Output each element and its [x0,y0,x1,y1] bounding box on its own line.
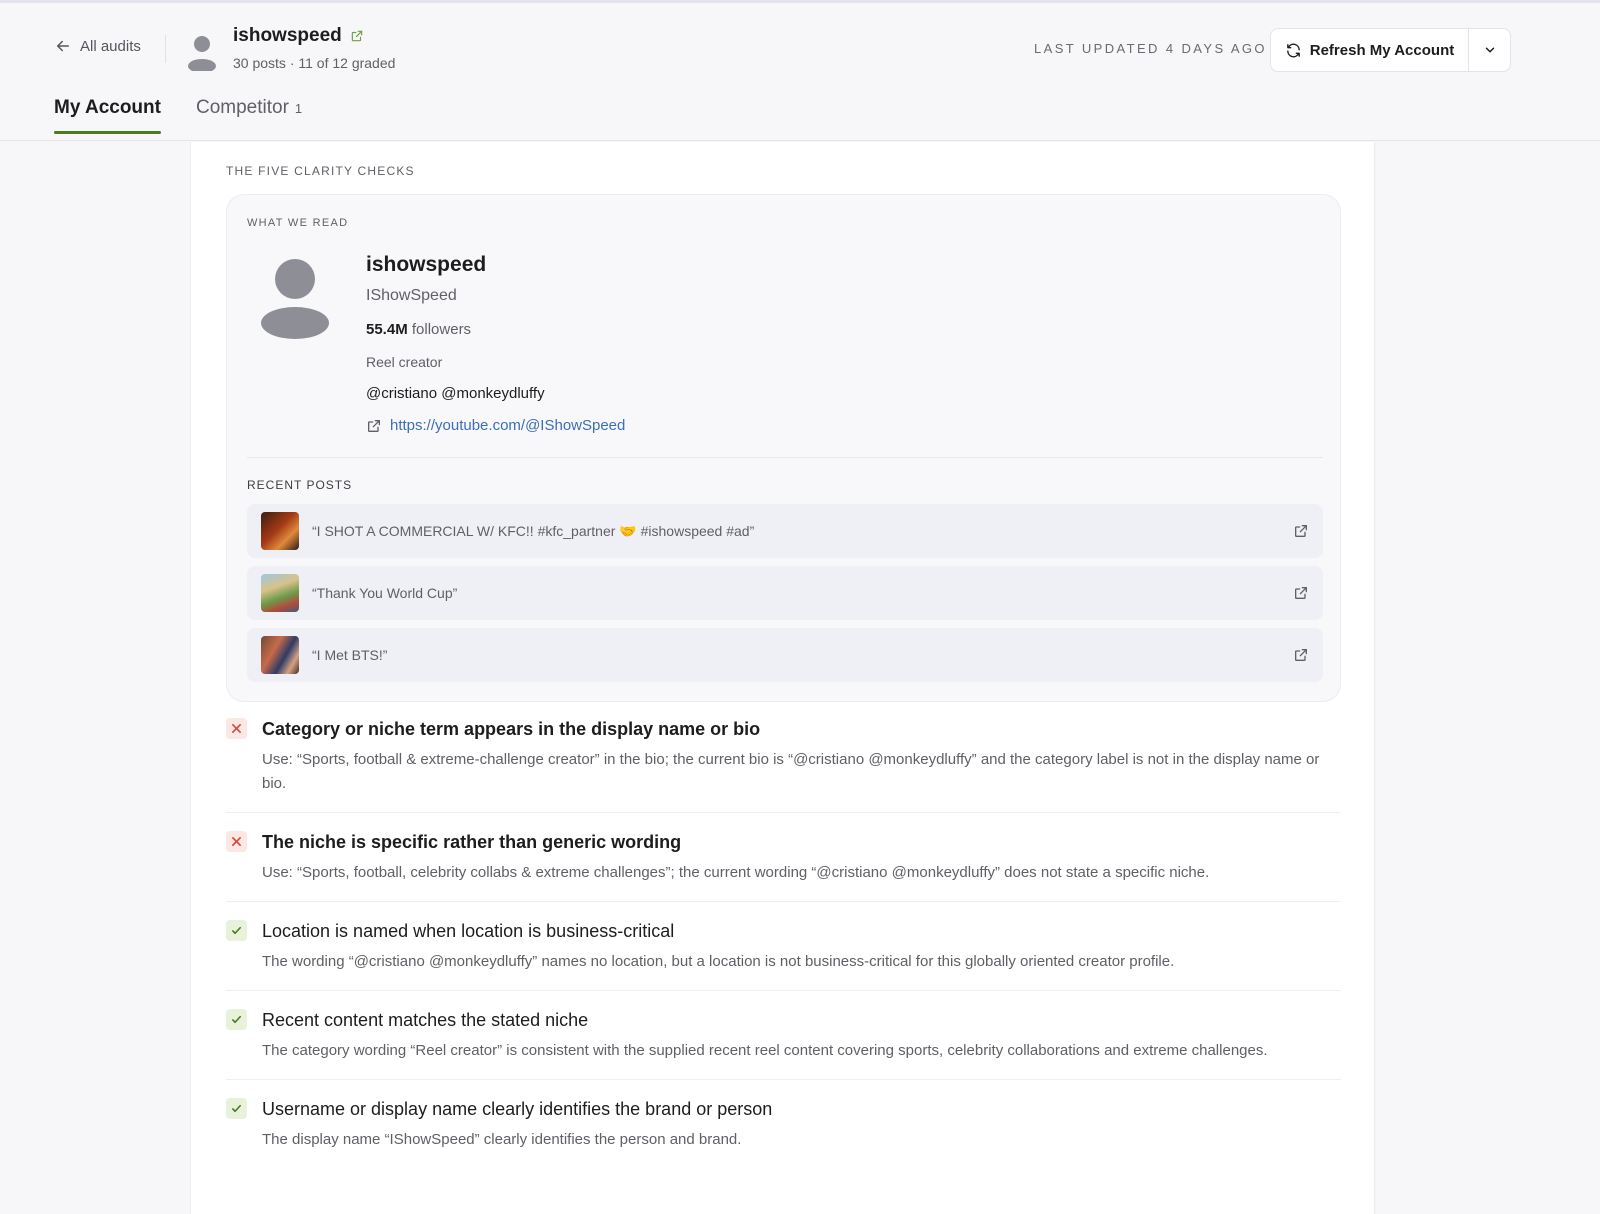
clarity-checks-list: Category or niche term appears in the di… [226,716,1341,1184]
refresh-options-dropdown[interactable] [1469,29,1510,71]
check-description: The wording “@cristiano @monkeydluffy” n… [262,953,1175,970]
list-item[interactable]: “Thank You World Cup” [247,566,1323,620]
clarity-check-item: Location is named when location is busin… [226,918,1341,991]
account-avatar-icon [188,36,216,71]
account-name-text: ishowspeed [233,25,342,46]
tab-my-account-label: My Account [54,97,161,118]
profile-link[interactable]: https://youtube.com/@IShowSpeed [366,417,625,434]
section-title: THE FIVE CLARITY CHECKS [226,164,415,178]
fail-status-badge [226,831,247,852]
pass-status-badge [226,1098,247,1119]
pass-status-badge [226,920,247,941]
main-panel: THE FIVE CLARITY CHECKS WHAT WE READ ish… [190,142,1375,1214]
profile-display-name: IShowSpeed [366,287,457,304]
list-item[interactable]: “I Met BTS!” [247,628,1323,682]
tab-my-account[interactable]: My Account [54,97,161,134]
card-divider [247,457,1323,458]
checkmark-icon [232,926,241,935]
post-thumbnail [261,636,299,674]
tab-competitor-label: Competitor [195,97,289,118]
recent-posts-title: RECENT POSTS [247,478,353,492]
check-description: Use: “Sports, football, celebrity collab… [262,864,1210,881]
followers-count: 55.4M [366,321,408,338]
clarity-check-item: Recent content matches the stated niche … [226,1007,1341,1080]
profile-avatar-icon [261,259,329,339]
clarity-check-item: The niche is specific rather than generi… [226,829,1341,902]
arrow-left-icon [57,40,69,52]
last-updated-text: LAST UPDATED 4 DAYS AGO [1034,41,1267,56]
refresh-account-button[interactable]: Refresh My Account [1271,29,1469,71]
refresh-icon [1286,43,1300,57]
post-title: “I SHOT A COMMERCIAL W/ KFC!! #kfc_partn… [312,522,755,539]
refresh-button-group: Refresh My Account [1270,28,1511,72]
check-title: Category or niche term appears in the di… [262,719,761,739]
post-title: “I Met BTS!” [312,647,388,663]
list-item[interactable]: “I SHOT A COMMERCIAL W/ KFC!! #kfc_partn… [247,504,1323,558]
competitor-count-badge: 1 [294,101,303,116]
back-label: All audits [80,37,141,55]
external-link-icon[interactable] [350,29,364,43]
account-meta: 30 posts · 11 of 12 graded [233,55,396,71]
close-icon [232,837,241,846]
check-title: Location is named when location is busin… [262,921,675,941]
post-thumbnail [261,512,299,550]
check-description: The category wording “Reel creator” is c… [262,1042,1268,1059]
fail-status-badge [226,718,247,739]
back-to-audits-link[interactable]: All audits [54,37,141,55]
account-tabs: My Account Competitor 1 [54,97,302,134]
check-title: Username or display name clearly identif… [262,1099,773,1119]
external-link-icon[interactable] [1293,647,1309,663]
clarity-check-item: Category or niche term appears in the di… [226,716,1341,813]
external-link-icon[interactable] [1293,585,1309,601]
external-link-icon[interactable] [1293,523,1309,539]
checkmark-icon [232,1015,241,1024]
chevron-down-icon [1485,47,1494,53]
profile-followers: 55.4M followers [366,321,471,338]
post-title: “Thank You World Cup” [312,585,458,601]
header-divider [165,35,166,63]
check-title: Recent content matches the stated niche [262,1010,589,1030]
post-thumbnail [261,574,299,612]
followers-label: followers [411,321,472,338]
account-name: ishowspeed [233,25,364,47]
close-icon [232,724,241,733]
tab-competitor[interactable]: Competitor 1 [196,97,302,133]
card-title: WHAT WE READ [247,217,349,229]
clarity-check-item: Username or display name clearly identif… [226,1096,1341,1168]
profile-bio: @cristiano @monkeydluffy [366,385,545,402]
refresh-label: Refresh My Account [1309,41,1455,59]
pass-status-badge [226,1009,247,1030]
external-link-icon [368,419,380,432]
profile-link-url: https://youtube.com/@IShowSpeed [390,417,626,434]
what-we-read-card: WHAT WE READ ishowspeed IShowSpeed 55.4M… [226,194,1341,702]
check-description: Use: “Sports, football & extreme-challen… [262,751,1320,792]
check-title: The niche is specific rather than generi… [262,832,682,852]
checkmark-icon [232,1104,241,1113]
check-description: The display name “IShowSpeed” clearly id… [262,1131,742,1148]
page-header: All audits ishowspeed 30 posts · 11 of 1… [0,3,1600,141]
recent-posts-list: “I SHOT A COMMERCIAL W/ KFC!! #kfc_partn… [247,504,1323,690]
profile-category: Reel creator [366,354,443,370]
profile-username: ishowspeed [366,253,487,276]
